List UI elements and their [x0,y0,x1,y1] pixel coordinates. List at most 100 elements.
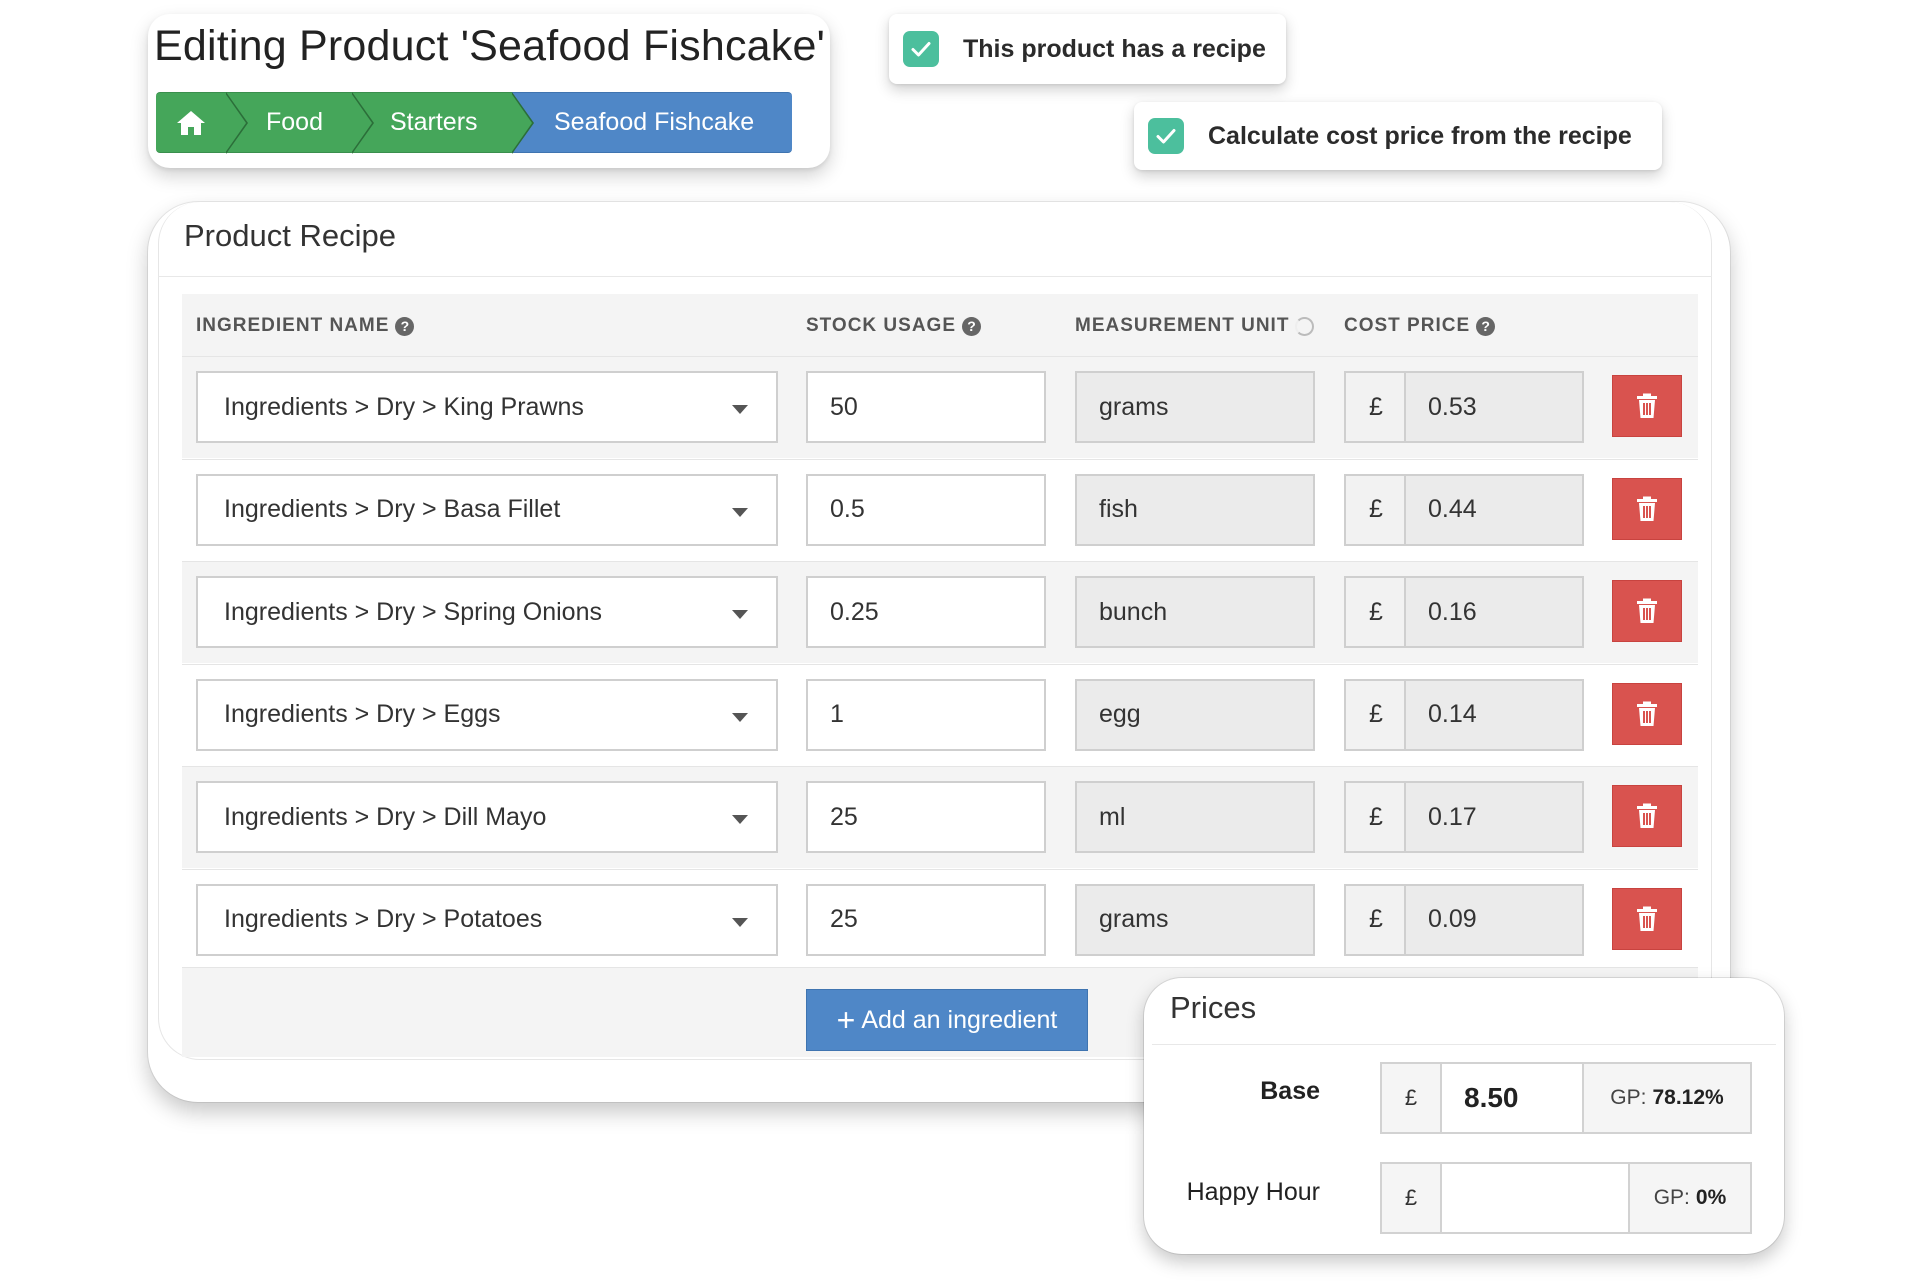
ingredient-select[interactable]: Ingredients > Dry > King Prawns [196,371,778,443]
delete-ingredient-button[interactable] [1612,580,1682,642]
stock-usage-value: 1 [830,700,844,728]
has-recipe-label: This product has a recipe [963,34,1266,63]
delete-ingredient-button[interactable] [1612,887,1682,950]
recipe-row: Ingredients > Dry > Dill Mayo 25 ml £0.17 [182,766,1698,868]
plus-icon: + [836,1002,856,1038]
recipe-title: Product Recipe [184,218,396,253]
currency-addon: £ [1344,576,1406,648]
measurement-unit-field: grams [1075,371,1315,443]
ingredient-select[interactable]: Ingredients > Dry > Spring Onions [196,576,778,648]
happy-hour-gp: GP: 0% [1628,1162,1752,1234]
currency-addon: £ [1344,371,1406,443]
measurement-unit-value: egg [1099,700,1141,728]
recipe-row: Ingredients > Dry > King Prawns 50 grams £0… [182,356,1698,458]
cost-price-field: 0.09 [1404,883,1584,956]
ingredient-select[interactable]: Ingredients > Dry > Eggs [196,678,778,751]
stock-usage-value: 25 [830,802,858,831]
ingredient-value: Ingredients > Dry > Dill Mayo [224,802,547,831]
cost-price-value: 0.09 [1428,905,1477,933]
base-currency: £ [1380,1062,1442,1134]
cost-price-field: 0.53 [1404,371,1584,443]
help-icon[interactable]: ? [395,316,415,336]
recipe-row: Ingredients > Dry > Basa Fillet 0.5 fish £0… [182,458,1698,561]
ingredient-select[interactable]: Ingredients > Dry > Basa Fillet [196,473,778,546]
delete-ingredient-button[interactable] [1612,375,1682,437]
gp-value: 78.12% [1652,1086,1724,1109]
breadcrumb-item-starters[interactable]: Starters [352,92,534,154]
currency-symbol: £ [1369,700,1383,728]
stock-usage-value: 0.25 [830,597,879,626]
trash-icon [1637,393,1657,418]
has-recipe-option: This product has a recipe [889,14,1286,84]
gp-label: GP: [1610,1086,1647,1109]
stock-usage-value: 50 [830,392,858,421]
happy-hour-price-input[interactable] [1440,1162,1630,1234]
help-icon[interactable]: ? [962,316,982,336]
prices-title: Prices [1170,990,1257,1025]
column-stock-usage: STOCK USAGE ? [806,315,982,337]
chevron-down-icon [732,917,748,927]
check-icon [1156,129,1176,144]
stock-usage-value: 25 [830,905,858,933]
delete-ingredient-button[interactable] [1612,477,1682,540]
product-recipe-card: Product Recipe INGREDIENT NAME ? STOCK U… [148,202,1730,1102]
calc-cost-checkbox[interactable] [1148,118,1184,154]
currency-symbol: £ [1369,597,1383,626]
measurement-unit-value: bunch [1099,597,1168,626]
stock-usage-input[interactable]: 0.25 [806,576,1046,648]
ingredient-select[interactable]: Ingredients > Dry > Potatoes [196,883,778,956]
base-gp: GP: 78.12% [1582,1062,1752,1134]
measurement-unit-value: ml [1099,802,1126,831]
chevron-down-icon [732,815,748,824]
stock-usage-input[interactable]: 0.5 [806,473,1046,546]
measurement-unit-value: fish [1099,495,1138,523]
breadcrumb-item-current: Seafood Fishcake [512,92,792,153]
ingredient-select[interactable]: Ingredients > Dry > Dill Mayo [196,781,778,853]
breadcrumb-label: Food [266,108,323,136]
add-ingredient-button[interactable]: + Add an ingredient [806,989,1088,1051]
ingredient-value: Ingredients > Dry > Eggs [224,700,501,728]
measurement-unit-field: egg [1075,678,1315,751]
gp-value: 0% [1695,1186,1727,1209]
cost-price-value: 0.44 [1428,495,1477,523]
gp-label: GP: [1653,1186,1690,1209]
help-icon[interactable]: ? [1476,316,1496,336]
base-price-input[interactable]: 8.50 [1440,1062,1584,1134]
currency-addon: £ [1344,781,1406,853]
cost-price-value: 0.14 [1428,700,1477,728]
currency-symbol: £ [1369,495,1383,523]
recipe-row: Ingredients > Dry > Potatoes 25 grams £0.09 [182,868,1698,971]
ingredient-value: Ingredients > Dry > Basa Fillet [224,495,561,523]
delete-ingredient-button[interactable] [1612,682,1682,745]
cost-price-field: 0.14 [1404,678,1584,751]
trash-icon [1637,906,1657,931]
trash-icon [1637,598,1657,623]
cost-price-value: 0.16 [1428,597,1477,626]
home-icon [177,110,205,135]
currency-symbol: £ [1369,392,1383,421]
currency-addon: £ [1344,678,1406,751]
currency-symbol: £ [1369,905,1383,933]
column-label: STOCK USAGE [806,315,957,336]
column-ingredient-name: INGREDIENT NAME ? [196,315,415,337]
stock-usage-input[interactable]: 25 [806,883,1046,956]
stock-usage-input[interactable]: 1 [806,678,1046,751]
delete-ingredient-button[interactable] [1612,785,1682,847]
has-recipe-checkbox[interactable] [903,31,939,67]
happy-hour-currency: £ [1380,1162,1442,1234]
breadcrumb-home[interactable] [156,92,248,154]
stock-usage-input[interactable]: 25 [806,781,1046,853]
prices-card: Prices Base £ 8.50 GP: 78.12% Happy Hour … [1144,978,1784,1254]
recipe-row: Ingredients > Dry > Spring Onions 0.25 bun… [182,561,1698,663]
cost-price-field: 0.16 [1404,576,1584,648]
column-cost-price: COST PRICE ? [1344,315,1496,337]
stock-usage-value: 0.5 [830,495,865,523]
breadcrumb: Food Starters Seafood Fishcake [156,92,792,154]
page-title: Editing Product 'Seafood Fishcake' [154,22,825,70]
calc-cost-option: Calculate cost price from the recipe [1134,102,1662,170]
trash-icon [1637,701,1657,726]
happy-hour-price-label: Happy Hour [1186,1178,1320,1206]
stock-usage-input[interactable]: 50 [806,371,1046,443]
ingredient-value: Ingredients > Dry > Spring Onions [224,597,602,626]
measurement-unit-value: grams [1099,905,1169,933]
